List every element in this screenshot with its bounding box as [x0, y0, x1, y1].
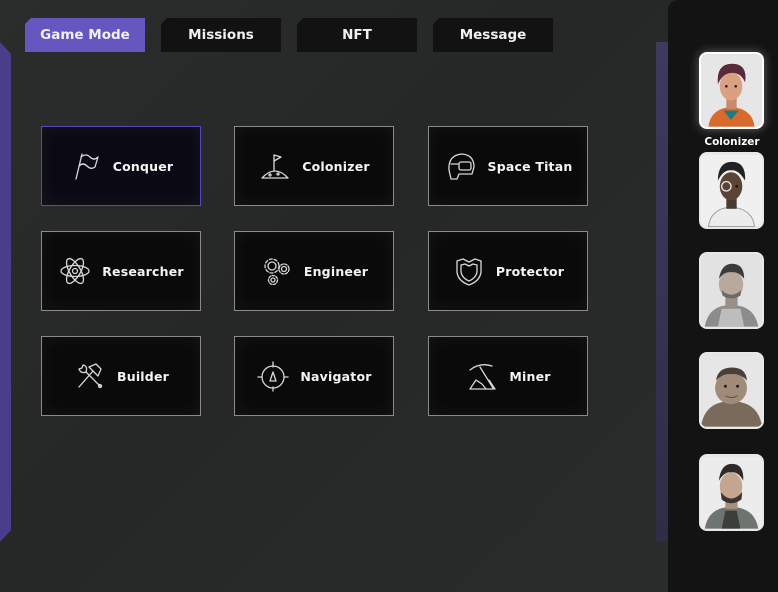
character-avatar-soldier[interactable]: [699, 252, 764, 329]
mode-card-space-titan[interactable]: Space Titan: [428, 126, 588, 206]
mode-card-navigator[interactable]: Navigator: [234, 336, 394, 416]
tab-missions[interactable]: Missions: [161, 18, 281, 52]
mode-label: Space Titan: [487, 158, 573, 174]
panel-left-accent: [0, 42, 11, 542]
selected-character-caption: Colonizer: [704, 136, 760, 148]
tab-game-mode[interactable]: Game Mode: [25, 18, 145, 52]
tab-nft[interactable]: NFT: [297, 18, 417, 52]
atom-icon: [58, 254, 92, 288]
mode-card-colonizer[interactable]: Colonizer: [234, 126, 394, 206]
mode-card-conquer[interactable]: Conquer: [41, 126, 201, 206]
mode-card-builder[interactable]: Builder: [41, 336, 201, 416]
mode-label: Researcher: [102, 263, 184, 279]
flag-icon: [69, 149, 103, 183]
tab-message[interactable]: Message: [433, 18, 553, 52]
helmet-icon: [444, 149, 478, 183]
mode-label: Protector: [495, 263, 565, 279]
mode-card-miner[interactable]: Miner: [428, 336, 588, 416]
pickaxe-icon: [465, 359, 499, 393]
mode-label: Engineer: [303, 263, 369, 279]
mode-card-researcher[interactable]: Researcher: [41, 231, 201, 311]
mode-label: Colonizer: [302, 158, 370, 174]
panel-right-accent: [656, 42, 668, 542]
compass-icon: [256, 359, 290, 393]
mode-label: Builder: [117, 368, 169, 384]
character-avatar-researcher[interactable]: [699, 152, 764, 229]
shield-icon: [452, 254, 486, 288]
character-avatar-colonizer[interactable]: [699, 52, 764, 129]
mode-label: Navigator: [300, 368, 372, 384]
character-avatar-brute[interactable]: [699, 352, 764, 429]
planet-flag-icon: [258, 149, 292, 183]
gears-icon: [260, 254, 294, 288]
character-avatar-pilot[interactable]: [699, 454, 764, 531]
hammer-wrench-icon: [73, 359, 107, 393]
mode-card-protector[interactable]: Protector: [428, 231, 588, 311]
mode-label: Miner: [509, 368, 551, 384]
mode-label: Conquer: [112, 158, 174, 174]
mode-card-engineer[interactable]: Engineer: [234, 231, 394, 311]
